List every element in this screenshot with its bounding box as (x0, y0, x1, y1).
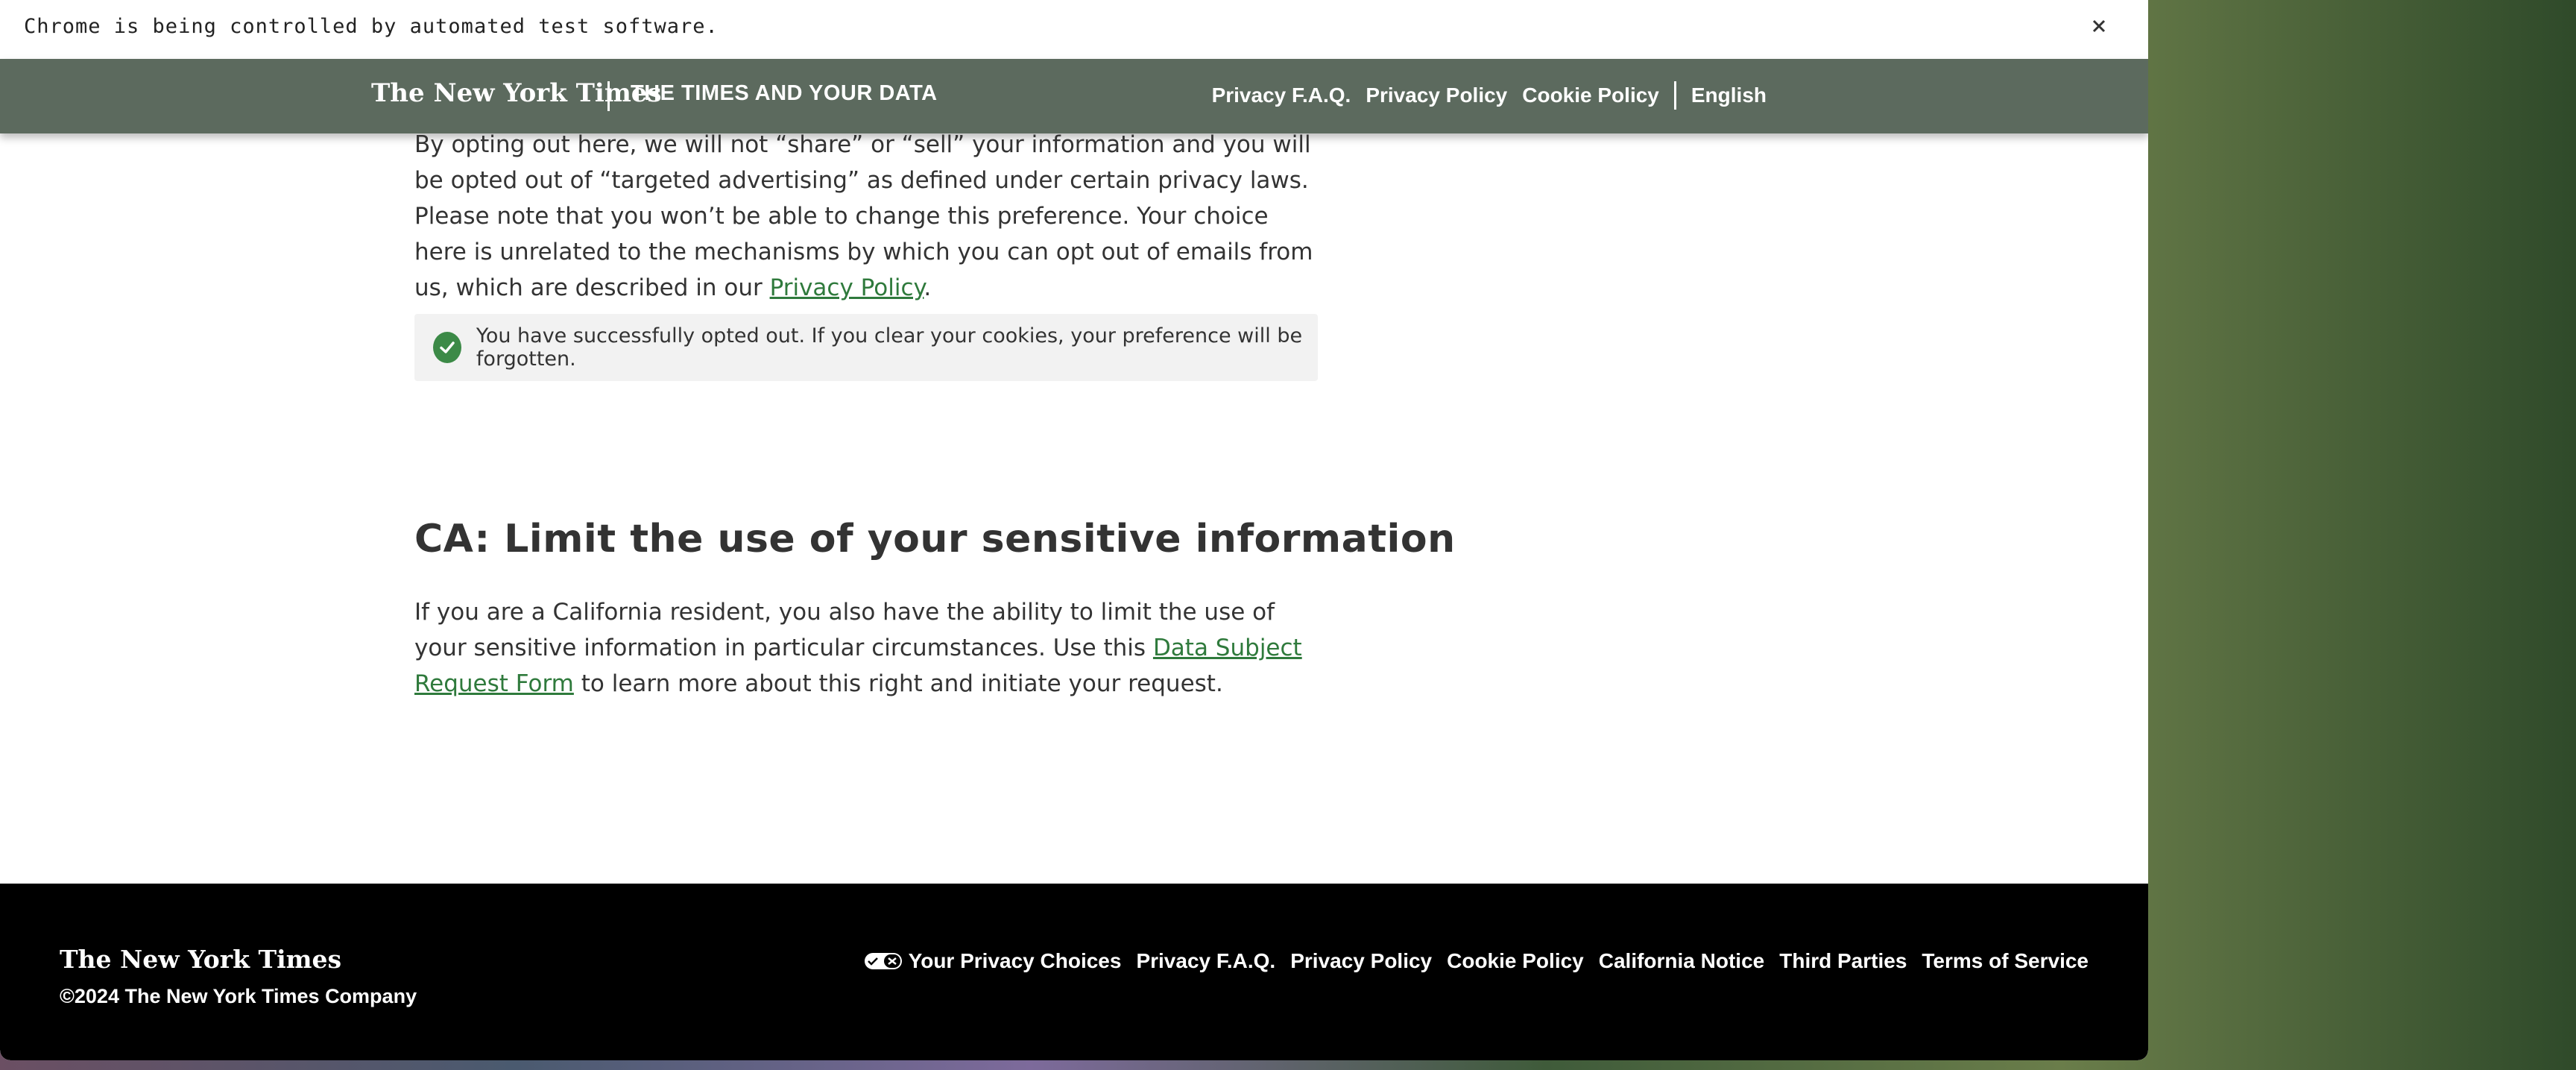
footer-nyt-logo[interactable]: The New York Times (60, 945, 341, 974)
privacy-choices-link[interactable]: Your Privacy Choices (864, 949, 1122, 973)
footer-link-privacy-faq[interactable]: Privacy F.A.Q. (1136, 949, 1275, 973)
infobar-message: Chrome is being controlled by automated … (24, 15, 719, 38)
checkmark-icon (433, 332, 461, 363)
footer-link-third-parties[interactable]: Third Parties (1779, 949, 1907, 973)
optout-text-end: . (924, 274, 932, 301)
sensitive-text-end: to learn more about this right and initi… (573, 670, 1223, 697)
browser-window: Chrome is being controlled by automated … (0, 0, 2148, 1060)
optout-section: By opting out here, we will not “share” … (414, 127, 1320, 306)
privacy-choices-label: Your Privacy Choices (908, 949, 1122, 972)
site-footer: The New York Times ©2024 The New York Ti… (0, 884, 2148, 1060)
optout-paragraph: By opting out here, we will not “share” … (414, 127, 1320, 306)
close-icon[interactable] (2086, 13, 2112, 40)
privacy-choices-icon (864, 952, 903, 970)
section-title[interactable]: THE TIMES AND YOUR DATA (631, 81, 938, 106)
footer-link-california-notice[interactable]: California Notice (1599, 949, 1764, 973)
header-divider (607, 81, 610, 111)
nyt-logo[interactable]: The New York Times (371, 78, 662, 108)
nav-divider (1673, 81, 1676, 110)
sensitive-text: If you are a California resident, you al… (414, 599, 1275, 661)
footer-nav: Your Privacy Choices Privacy F.A.Q. Priv… (864, 949, 2089, 973)
notice-message: You have successfully opted out. If you … (476, 324, 1303, 371)
footer-link-privacy-policy[interactable]: Privacy Policy (1290, 949, 1432, 973)
header-link-cookie-policy[interactable]: Cookie Policy (1522, 84, 1659, 107)
sensitive-section: If you are a California resident, you al… (414, 594, 1320, 702)
sensitive-info-heading: CA: Limit the use of your sensitive info… (414, 517, 1456, 561)
footer-link-cookie-policy[interactable]: Cookie Policy (1447, 949, 1584, 973)
automation-infobar: Chrome is being controlled by automated … (0, 0, 2148, 59)
language-selector[interactable]: English (1691, 84, 1767, 107)
header-nav: Privacy F.A.Q. Privacy Policy Cookie Pol… (1197, 81, 1767, 110)
site-header: The New York Times THE TIMES AND YOUR DA… (0, 59, 2148, 133)
optout-success-notice: You have successfully opted out. If you … (414, 314, 1318, 381)
header-link-privacy-faq[interactable]: Privacy F.A.Q. (1212, 84, 1351, 107)
header-link-privacy-policy[interactable]: Privacy Policy (1366, 84, 1507, 107)
sensitive-paragraph: If you are a California resident, you al… (414, 594, 1320, 702)
privacy-policy-link[interactable]: Privacy Policy (770, 274, 924, 301)
copyright-text: ©2024 The New York Times Company (60, 985, 417, 1007)
footer-link-terms-of-service[interactable]: Terms of Service (1922, 949, 2089, 973)
